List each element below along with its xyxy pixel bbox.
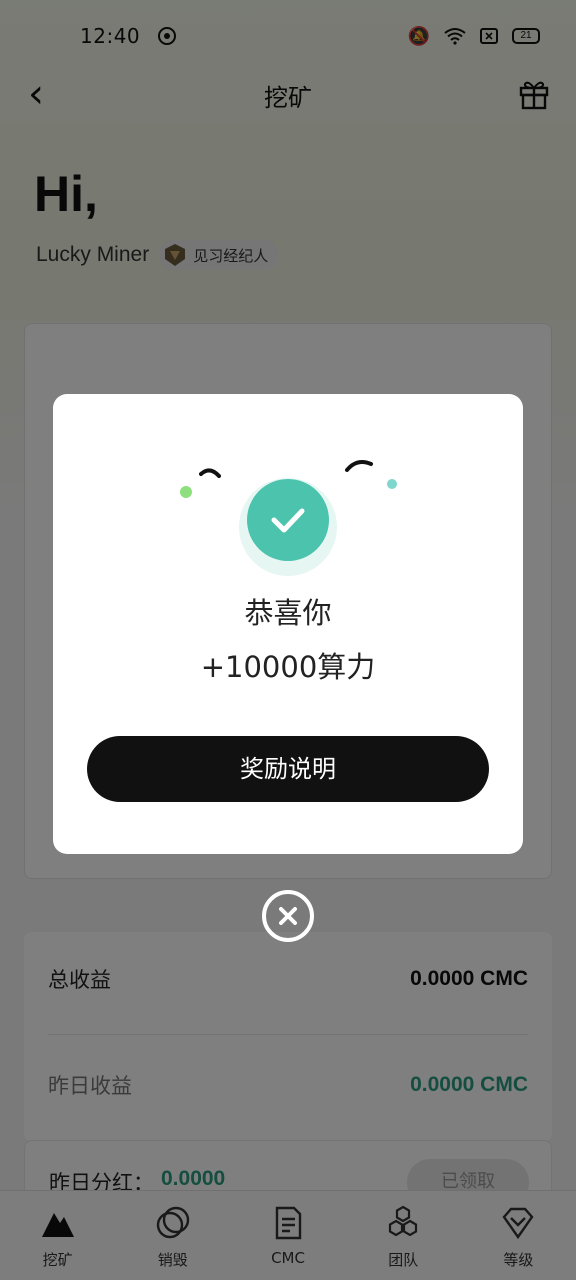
reward-amount: +10000算力 xyxy=(200,650,376,684)
reward-info-button[interactable]: 奖励说明 xyxy=(87,736,489,802)
reward-dialog: 恭喜你 +10000算力 奖励说明 xyxy=(53,394,523,854)
decor-dot-teal xyxy=(387,479,397,489)
decor-arc-left xyxy=(199,468,221,478)
dialog-title: 恭喜你 xyxy=(244,596,332,630)
check-circle-icon xyxy=(247,479,329,561)
decor-dot-green xyxy=(180,486,192,498)
close-icon[interactable] xyxy=(262,890,314,942)
decor-arc-right xyxy=(345,460,373,472)
